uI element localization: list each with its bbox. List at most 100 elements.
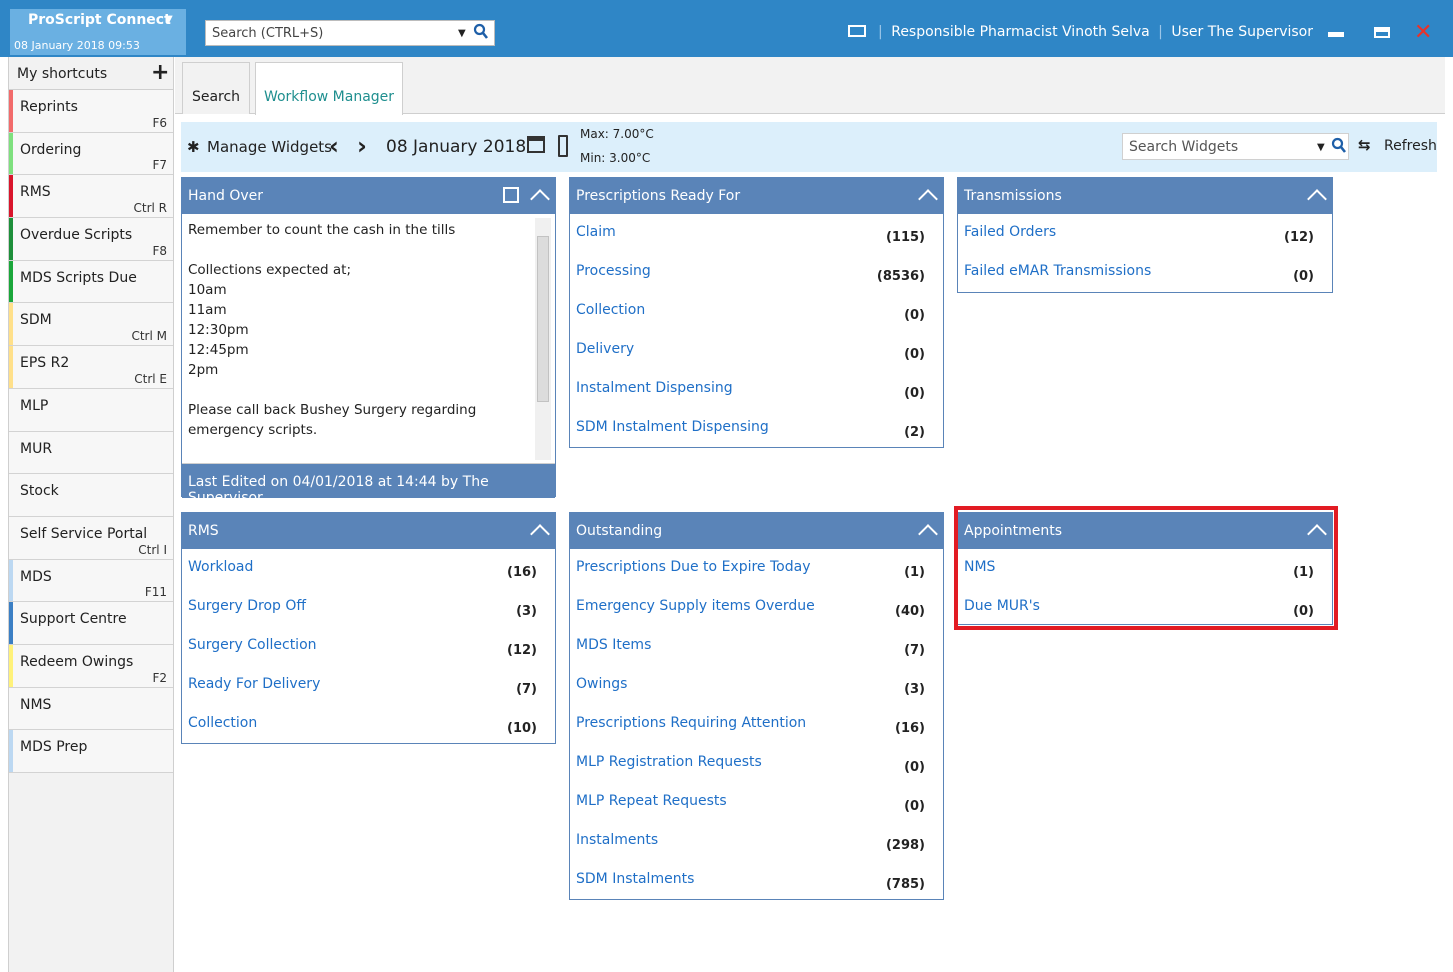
widget-link[interactable]: Instalments <box>576 832 658 848</box>
global-search-input[interactable] <box>206 21 451 45</box>
widget-count: (16) <box>507 565 537 580</box>
widget-link[interactable]: Collection <box>188 715 257 731</box>
widget-search-input[interactable] <box>1123 134 1313 159</box>
handover-notes[interactable]: Remember to count the cash in the tills C… <box>182 214 555 464</box>
sidebar-item-sdm[interactable]: SDM Ctrl M <box>9 303 173 347</box>
user-name[interactable]: The Supervisor <box>1208 24 1313 40</box>
widget-row: Collection (10) <box>182 705 555 744</box>
gear-icon[interactable]: ✱ <box>187 138 200 156</box>
widget-header: Transmissions <box>958 178 1332 214</box>
collapse-icon[interactable] <box>530 524 550 544</box>
app-name: ProScript Connect <box>28 12 171 28</box>
widget-search: ▼ <box>1122 133 1349 160</box>
scrollbar-thumb[interactable] <box>537 236 549 402</box>
collapse-icon[interactable] <box>1307 189 1327 209</box>
widget-link[interactable]: SDM Instalment Dispensing <box>576 419 769 435</box>
shortcut-list: Reprints F6 Ordering F7 RMS Ctrl R Overdue Scr… <box>9 90 173 773</box>
sidebar-item-label: EPS R2 <box>20 355 70 372</box>
widget-link[interactable]: Prescriptions Requiring Attention <box>576 715 806 731</box>
widget-title: Outstanding <box>576 523 663 539</box>
widget-rows: Workload (16) Surgery Drop Off (3) Surgery C… <box>182 549 555 744</box>
shortcut-color-bar <box>9 90 13 132</box>
calendar-icon[interactable] <box>527 136 545 153</box>
widget-link[interactable]: Due MUR's <box>964 598 1040 614</box>
sidebar-item-reprints[interactable]: Reprints F6 <box>9 90 173 133</box>
next-date-button[interactable]: › <box>357 132 367 160</box>
collapse-icon[interactable] <box>1307 524 1327 544</box>
shortcut-key: F7 <box>152 158 167 173</box>
app-menu[interactable]: ProScript Connect ▼ 08 January 2018 09:5… <box>10 9 186 55</box>
collapse-icon[interactable] <box>918 189 938 209</box>
widget-row: Delivery (0) <box>570 331 943 370</box>
save-icon[interactable] <box>503 187 519 203</box>
search-icon[interactable] <box>1331 137 1347 159</box>
widget-link[interactable]: Workload <box>188 559 253 575</box>
scrollbar[interactable] <box>535 218 551 460</box>
widget-link[interactable]: Emergency Supply items Overdue <box>576 598 815 614</box>
sidebar-item-nms[interactable]: NMS <box>9 687 173 731</box>
fridge-icon[interactable] <box>558 135 568 157</box>
widget-link[interactable]: NMS <box>964 559 995 575</box>
widget-link[interactable]: Ready For Delivery <box>188 676 320 692</box>
chevron-down-icon[interactable]: ▼ <box>458 28 466 39</box>
widget-link[interactable]: MLP Registration Requests <box>576 754 762 770</box>
collapse-icon[interactable] <box>530 189 550 209</box>
widget-link[interactable]: Failed Orders <box>964 224 1056 240</box>
search-icon[interactable] <box>473 23 489 39</box>
widget-link[interactable]: Surgery Drop Off <box>188 598 306 614</box>
handover-line: 12:45pm <box>188 342 249 358</box>
register-icon[interactable] <box>847 25 866 37</box>
sidebar-item-mds-scripts-due[interactable]: MDS Scripts Due <box>9 260 173 304</box>
sidebar-item-rms[interactable]: RMS Ctrl R <box>9 175 173 219</box>
add-shortcut-icon[interactable]: + <box>151 60 169 85</box>
tab-workflow-manager[interactable]: Workflow Manager <box>255 62 403 115</box>
minimize-icon[interactable] <box>1328 32 1344 37</box>
sidebar-item-mur[interactable]: MUR <box>9 431 173 475</box>
widget-link[interactable]: Collection <box>576 302 645 318</box>
shortcut-key: Ctrl I <box>138 542 167 557</box>
tab-search[interactable]: Search <box>182 62 250 114</box>
handover-line: Please call back Bushey Surgery regardin… <box>188 402 477 418</box>
responsible-pharmacist-name[interactable]: Vinoth Selva <box>1062 24 1150 40</box>
sidebar-item-overdue-scripts[interactable]: Overdue Scripts F8 <box>9 218 173 261</box>
sidebar-item-mds[interactable]: MDS F11 <box>9 559 173 603</box>
shortcut-key: F2 <box>152 670 167 685</box>
widget-link[interactable]: SDM Instalments <box>576 871 694 887</box>
sidebar-item-eps-r2[interactable]: EPS R2 Ctrl E <box>9 346 173 389</box>
sidebar-item-mlp[interactable]: MLP <box>9 388 173 432</box>
sidebar-item-support-centre[interactable]: Support Centre <box>9 602 173 645</box>
widget-link[interactable]: Instalment Dispensing <box>576 380 733 396</box>
sidebar-item-stock[interactable]: Stock <box>9 474 173 517</box>
widget-row: Prescriptions Due to Expire Today (1) <box>570 549 943 588</box>
widget-link[interactable]: Claim <box>576 224 616 240</box>
sidebar-item-ordering[interactable]: Ordering F7 <box>9 132 173 176</box>
widget-header: Prescriptions Ready For <box>570 178 943 214</box>
collapse-icon[interactable] <box>918 524 938 544</box>
close-icon[interactable]: ✕ <box>1414 20 1432 45</box>
sidebar-item-label: NMS <box>20 696 52 713</box>
outstanding-widget: Outstanding Prescriptions Due to Expire … <box>569 512 944 900</box>
chevron-down-icon[interactable]: ▼ <box>1317 142 1325 153</box>
previous-date-button[interactable]: ‹ <box>329 132 339 160</box>
widget-link[interactable]: Delivery <box>576 341 634 357</box>
refresh-icon[interactable]: ⇆ <box>1358 136 1371 154</box>
sidebar-item-label: Ordering <box>20 141 82 158</box>
manage-widgets-button[interactable]: Manage Widgets <box>207 138 332 156</box>
refresh-button[interactable]: Refresh <box>1384 138 1437 154</box>
sidebar-item-redeem-owings[interactable]: Redeem Owings F2 <box>9 644 173 688</box>
shortcut-key: Ctrl M <box>131 329 167 344</box>
widget-link[interactable]: Prescriptions Due to Expire Today <box>576 559 810 575</box>
widget-link[interactable]: MDS Items <box>576 637 651 653</box>
widget-link[interactable]: Failed eMAR Transmissions <box>964 263 1151 279</box>
widget-link[interactable]: MLP Repeat Requests <box>576 793 727 809</box>
widget-link[interactable]: Owings <box>576 676 627 692</box>
chevron-down-icon: ▼ <box>165 14 173 25</box>
sidebar-item-self-service-portal[interactable]: Self Service Portal Ctrl I <box>9 516 173 560</box>
widget-count: (7) <box>904 643 925 658</box>
widget-link[interactable]: Processing <box>576 263 651 279</box>
widget-link[interactable]: Surgery Collection <box>188 637 317 653</box>
transmissions-widget: Transmissions Failed Orders (12) Failed eM… <box>957 177 1333 293</box>
handover-text[interactable]: Remember to count the cash in the tills C… <box>188 220 528 440</box>
maximize-icon[interactable] <box>1374 27 1390 38</box>
sidebar-item-mds-prep[interactable]: MDS Prep <box>9 730 173 773</box>
